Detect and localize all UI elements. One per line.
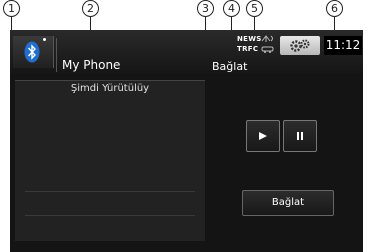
callout-1: 1 xyxy=(3,0,20,17)
callout-6: 6 xyxy=(326,0,343,17)
bluetooth-status-dot xyxy=(43,38,46,41)
list-divider xyxy=(25,215,195,216)
play-icon xyxy=(259,132,267,140)
traffic-label: TRFC xyxy=(237,45,259,53)
list-divider xyxy=(25,191,195,192)
callout-3: 3 xyxy=(197,0,214,17)
pause-button[interactable] xyxy=(283,120,317,152)
head-unit-screen: My Phone Bağlat NEWS TRFC 11:12 Şimdi Yü… xyxy=(10,30,363,252)
divider xyxy=(56,38,57,72)
device-name: My Phone xyxy=(62,58,121,72)
callout-2: 2 xyxy=(82,0,99,17)
clock: 11:12 xyxy=(324,36,362,55)
connect-button[interactable]: Bağlat xyxy=(242,190,334,216)
gears-icon xyxy=(290,39,310,52)
news-label: NEWS xyxy=(237,35,262,43)
settings-button[interactable] xyxy=(280,36,320,55)
connection-status: Bağlat xyxy=(212,60,248,73)
play-button[interactable] xyxy=(246,120,280,152)
news-indicator-icon xyxy=(261,35,273,42)
traffic-indicator-icon xyxy=(261,46,274,53)
callout-4: 4 xyxy=(223,0,240,17)
bluetooth-icon xyxy=(24,41,40,63)
pause-icon xyxy=(297,132,303,140)
bluetooth-button[interactable] xyxy=(13,36,54,68)
now-playing-title: Şimdi Yürütülüy xyxy=(70,83,150,94)
now-playing-list[interactable]: Şimdi Yürütülüy xyxy=(15,80,205,241)
callout-5: 5 xyxy=(246,0,263,17)
top-bar: My Phone Bağlat NEWS TRFC 11:12 xyxy=(10,30,363,74)
